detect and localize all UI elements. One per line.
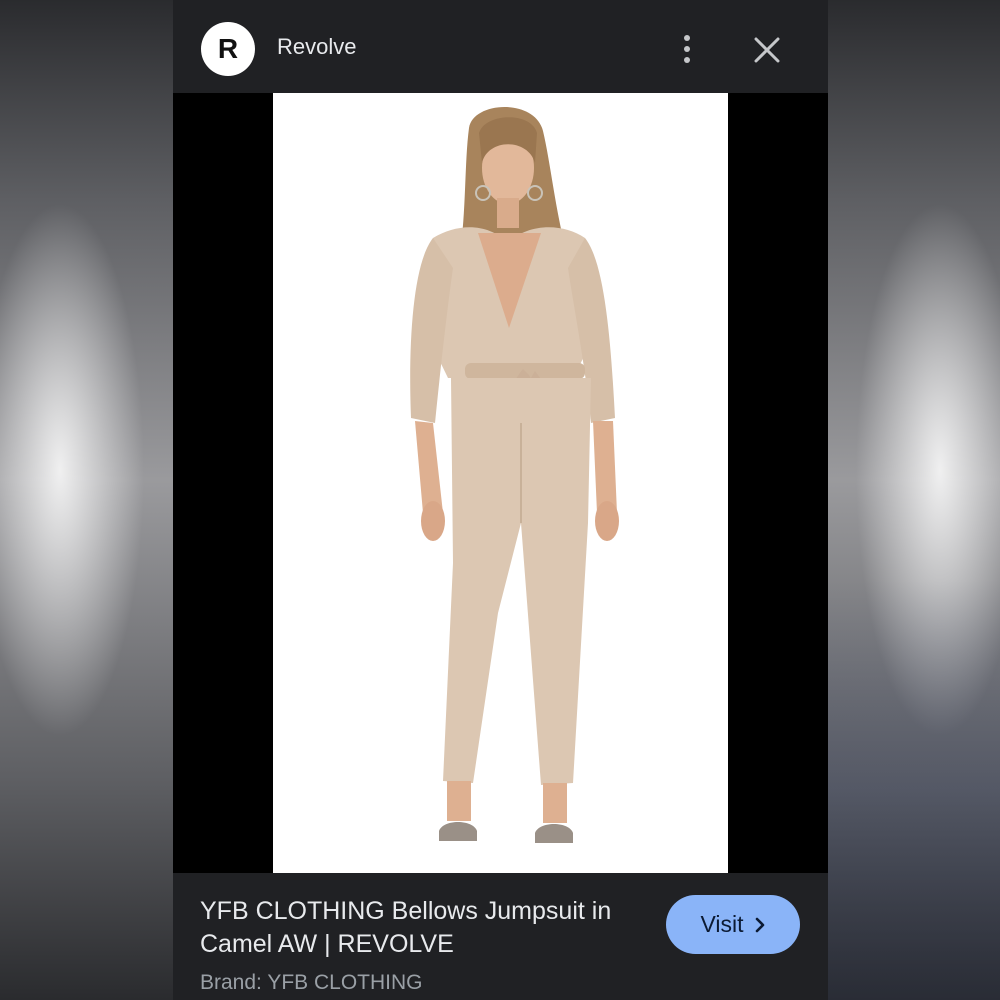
image-area (173, 93, 828, 873)
visit-label: Visit (700, 911, 744, 937)
chevron-right-icon (755, 917, 764, 932)
model-jumpsuit-illustration (410, 107, 619, 843)
product-image[interactable] (273, 93, 728, 873)
more-vert-icon-dot (684, 46, 690, 52)
brand-label: Brand: YFB CLOTHING (200, 971, 423, 994)
product-title[interactable]: YFB CLOTHING Bellows Jumpsuit in Camel A… (200, 895, 630, 961)
site-logo[interactable]: R (201, 22, 255, 76)
logo-letter: R (217, 33, 239, 64)
preview-header: R Revolve (173, 0, 828, 93)
close-icon (754, 37, 780, 63)
preview-footer: YFB CLOTHING Bellows Jumpsuit in Camel A… (173, 873, 828, 1000)
close-button[interactable] (747, 30, 787, 70)
more-vert-icon (684, 35, 690, 41)
more-options-button[interactable] (670, 30, 704, 68)
site-name[interactable]: Revolve (277, 34, 356, 60)
image-preview-panel: R Revolve YFB CLOTHING Bellows Jumpsuit … (173, 0, 828, 1000)
more-vert-icon-dot (684, 57, 690, 63)
visit-button[interactable]: Visit (666, 895, 800, 954)
